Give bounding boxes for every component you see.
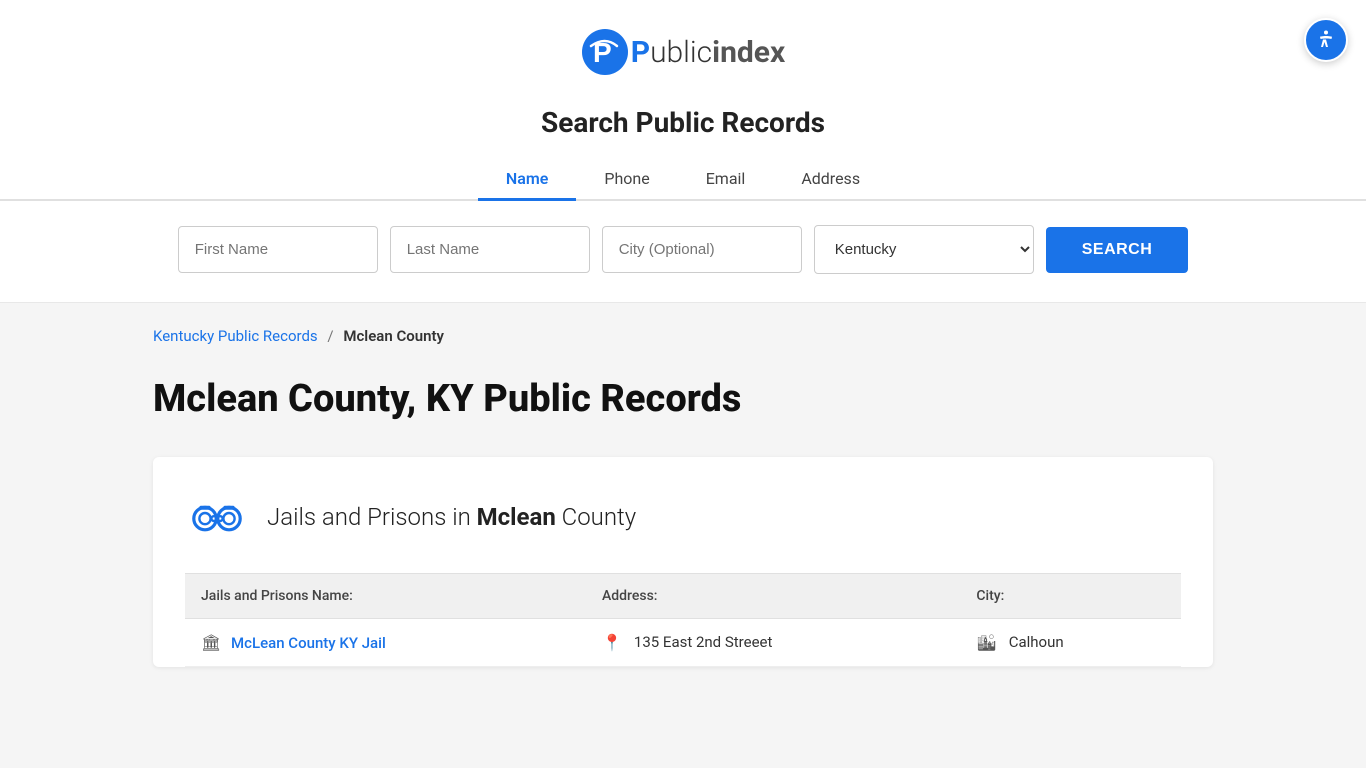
tab-email[interactable]: Email [678, 159, 774, 201]
search-section: Search Public Records Name Phone Email A… [0, 96, 1366, 302]
header: P Publicindex Search Public Records Name… [0, 0, 1366, 303]
first-name-input[interactable] [178, 226, 378, 273]
jail-address: 135 East 2nd Streeet [634, 633, 773, 651]
col-city: City: [960, 574, 1181, 619]
table-row: 🏛 McLean County KY Jail 📍 135 East 2nd S… [185, 619, 1181, 667]
jail-city-cell: 🏙 Calhoun [960, 619, 1181, 667]
search-button[interactable]: SEARCH [1046, 227, 1189, 273]
breadcrumb: Kentucky Public Records / Mclean County [153, 327, 1213, 345]
last-name-input[interactable] [390, 226, 590, 273]
breadcrumb-current: Mclean County [343, 327, 444, 345]
breadcrumb-link[interactable]: Kentucky Public Records [153, 327, 318, 345]
city-input[interactable] [602, 226, 802, 273]
jails-prisons-card: Jails and Prisons in Mclean County Jails… [153, 457, 1213, 667]
city-icon: 🏙 [976, 633, 996, 652]
search-title: Search Public Records [0, 96, 1366, 139]
tab-name[interactable]: Name [478, 159, 576, 201]
table-header-row: Jails and Prisons Name: Address: City: [185, 574, 1181, 619]
jail-name-cell: 🏛 McLean County KY Jail [185, 619, 586, 667]
logo[interactable]: P Publicindex [581, 28, 786, 76]
search-tabs: Name Phone Email Address [0, 159, 1366, 201]
state-select[interactable]: Kentucky Alabama Alaska Arizona Arkansas… [814, 225, 1034, 274]
logo-graphic: P [581, 28, 629, 76]
jails-prisons-title: Jails and Prisons in Mclean County [267, 503, 636, 531]
jails-prisons-icon [185, 485, 249, 549]
tab-address[interactable]: Address [773, 159, 888, 201]
jail-icon: 🏛 [201, 633, 221, 652]
accessibility-icon [1314, 28, 1338, 52]
main-content: Kentucky Public Records / Mclean County … [113, 303, 1253, 715]
jails-prisons-section-header: Jails and Prisons in Mclean County [185, 485, 1181, 549]
tab-phone[interactable]: Phone [576, 159, 677, 201]
jail-city: Calhoun [1009, 633, 1064, 651]
jail-name-link[interactable]: McLean County KY Jail [231, 634, 386, 652]
logo-index: index [712, 35, 785, 70]
search-inputs-row: Kentucky Alabama Alaska Arizona Arkansas… [0, 225, 1366, 274]
breadcrumb-separator: / [327, 327, 333, 345]
logo-p: P [631, 35, 650, 70]
accessibility-button[interactable] [1304, 18, 1348, 62]
page-heading: Mclean County, KY Public Records [153, 377, 1213, 421]
col-address: Address: [586, 574, 960, 619]
jail-address-cell: 📍 135 East 2nd Streeet [586, 619, 960, 667]
location-icon: 📍 [602, 633, 622, 652]
col-name: Jails and Prisons Name: [185, 574, 586, 619]
logo-ublic: ublic [650, 35, 712, 70]
jails-prisons-table: Jails and Prisons Name: Address: City: 🏛… [185, 573, 1181, 667]
